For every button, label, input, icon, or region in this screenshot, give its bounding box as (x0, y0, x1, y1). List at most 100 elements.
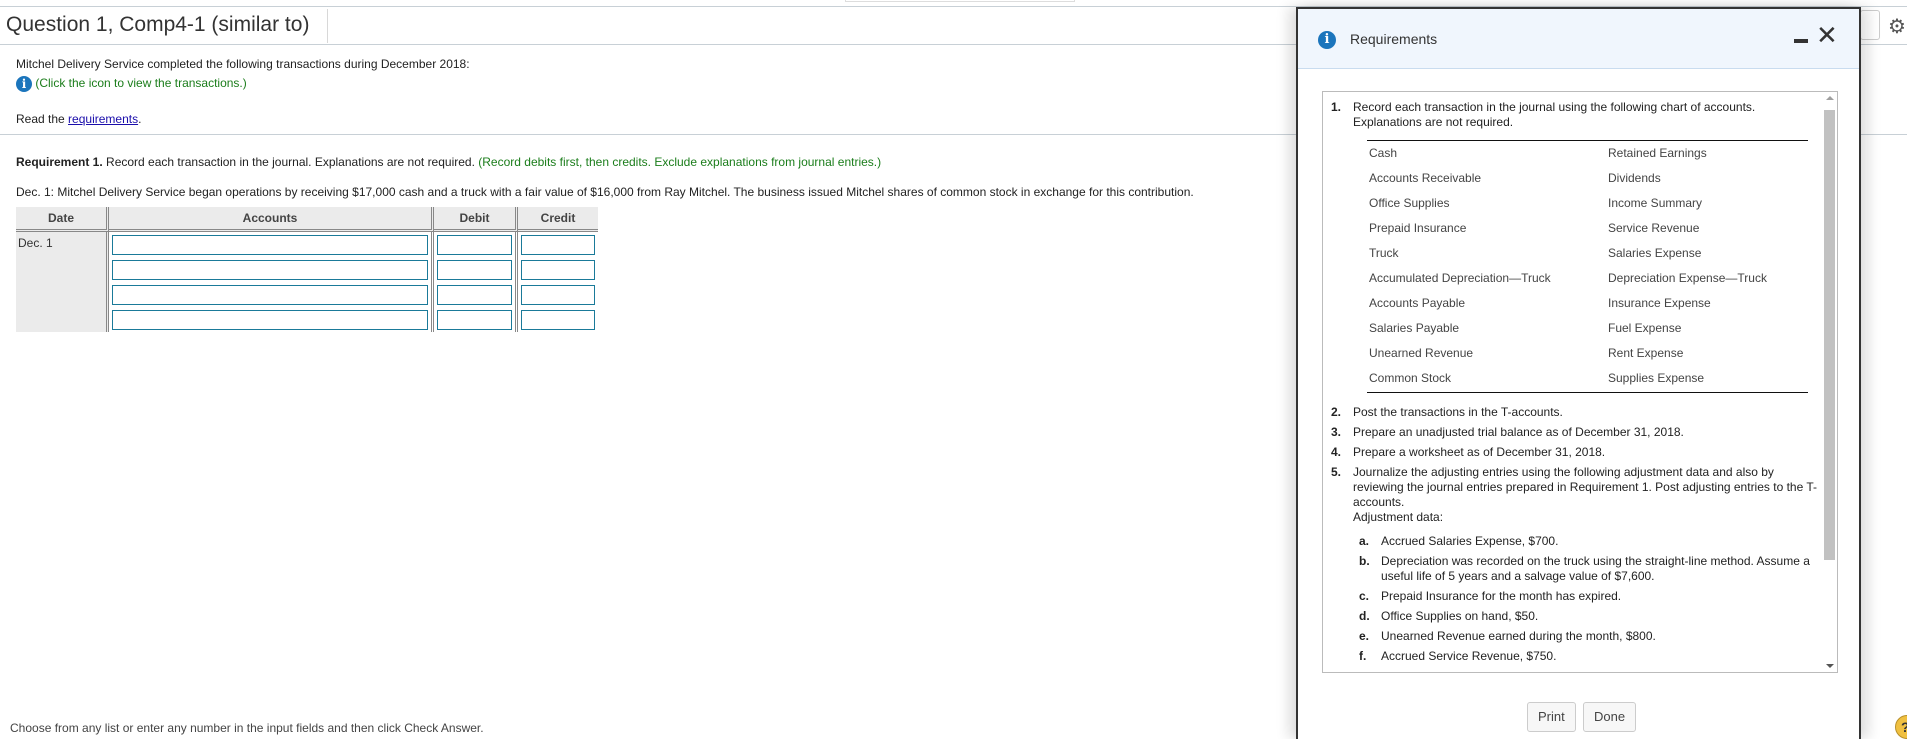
debit-input[interactable] (437, 259, 512, 280)
adjustment-text: Office Supplies on hand, $50. (1381, 609, 1539, 623)
adjustment-text: Prepaid Insurance for the month has expi… (1381, 589, 1622, 603)
account-name: Office Supplies (1369, 196, 1450, 210)
adjustment-item: b. Depreciation was recorded on the truc… (1359, 554, 1819, 584)
item-text: Journalize the adjusting entries using t… (1353, 465, 1818, 509)
read-prefix: Read the (16, 112, 69, 126)
adjustment-letter: d. (1359, 609, 1370, 623)
adjustment-letter: a. (1359, 534, 1370, 548)
credit-input[interactable] (521, 309, 595, 330)
account-name: Fuel Expense (1608, 321, 1682, 335)
account-name: Income Summary (1608, 196, 1703, 210)
account-name: Accounts Payable (1369, 296, 1466, 310)
account-name: Accumulated Depreciation—Truck (1369, 271, 1551, 285)
scrollbar-thumb[interactable] (1824, 110, 1835, 560)
adjustment-item: e. Unearned Revenue earned during the mo… (1359, 629, 1819, 644)
modal-title: Requirements (1350, 31, 1438, 47)
journal-table: Date Accounts Debit Credit Dec. 1 (16, 207, 598, 332)
item-number: 3. (1331, 425, 1342, 439)
transaction-text: Dec. 1: Mitchel Delivery Service began o… (16, 185, 1194, 199)
scroll-up-arrow-icon[interactable] (1826, 96, 1834, 100)
requirements-modal: i Requirements ✕ 1. Record each transact… (1296, 7, 1861, 739)
account-input[interactable] (112, 284, 428, 305)
minimize-button[interactable] (1794, 39, 1808, 43)
header-credit: Credit (518, 207, 598, 232)
adjustment-letter: e. (1359, 629, 1370, 643)
account-name: Depreciation Expense—Truck (1608, 271, 1767, 285)
info-icon[interactable]: i (16, 76, 32, 92)
question-title: Question 1, Comp4-1 (similar to) (6, 13, 310, 36)
close-icon[interactable]: ✕ (1816, 21, 1838, 51)
requirement-item: 2. Post the transactions in the T-accoun… (1331, 405, 1821, 420)
adjustment-item: f. Accrued Service Revenue, $750. (1359, 649, 1819, 664)
print-button[interactable]: Print (1527, 702, 1576, 732)
item-number: 1. (1331, 100, 1342, 114)
read-suffix: . (138, 112, 142, 126)
account-name: Service Revenue (1608, 221, 1700, 235)
account-name: Prepaid Insurance (1369, 221, 1467, 235)
credit-input[interactable] (521, 259, 595, 280)
requirements-link[interactable]: requirements (68, 112, 138, 126)
requirement-item: 5. Journalize the adjusting entries usin… (1331, 465, 1821, 525)
gear-icon[interactable]: ⚙ (1888, 14, 1906, 39)
item-text: Prepare an unadjusted trial balance as o… (1353, 425, 1684, 439)
info-icon: i (1318, 31, 1336, 49)
requirements-scroll-area[interactable]: 1. Record each transaction in the journa… (1322, 91, 1838, 673)
adjustment-letter: f. (1359, 649, 1367, 663)
adjustment-text: Accrued Service Revenue, $750. (1381, 649, 1557, 663)
modal-header[interactable]: i Requirements ✕ (1298, 9, 1859, 69)
requirement-item: 3. Prepare an unadjusted trial balance a… (1331, 425, 1821, 440)
footer-hint: Choose from any list or enter any number… (10, 721, 484, 735)
done-button[interactable]: Done (1583, 702, 1637, 732)
adjustment-item: a. Accrued Salaries Expense, $700. (1359, 534, 1819, 549)
account-name: Truck (1369, 246, 1399, 260)
credit-input[interactable] (521, 234, 595, 255)
view-transactions-row: i (Click the icon to view the transactio… (16, 76, 247, 92)
question-dropdown-button[interactable] (1860, 10, 1880, 40)
requirement-line: Requirement 1. Record each transaction i… (16, 155, 881, 169)
account-input[interactable] (112, 309, 428, 330)
journal-row: Dec. 1 (16, 232, 598, 332)
header-accounts: Accounts (109, 207, 434, 232)
header-debit: Debit (434, 207, 518, 232)
item-number: 5. (1331, 465, 1342, 479)
requirement-item: 4. Prepare a worksheet as of December 31… (1331, 445, 1821, 460)
adjustment-text: Depreciation was recorded on the truck u… (1381, 554, 1810, 583)
account-input[interactable] (112, 234, 428, 255)
requirement-text: Record each transaction in the journal. … (102, 155, 479, 169)
item-number: 4. (1331, 445, 1342, 459)
adjustment-text: Accrued Salaries Expense, $700. (1381, 534, 1559, 548)
title-separator (327, 9, 328, 43)
debit-input[interactable] (437, 284, 512, 305)
account-name: Common Stock (1369, 371, 1452, 385)
account-name: Supplies Expense (1608, 371, 1705, 385)
account-name: Insurance Expense (1608, 296, 1711, 310)
account-name: Rent Expense (1608, 346, 1684, 360)
account-name: Cash (1369, 146, 1398, 160)
debit-input[interactable] (437, 234, 512, 255)
requirement-item: 1. Record each transaction in the journa… (1331, 100, 1821, 130)
account-name: Salaries Expense (1608, 246, 1702, 260)
account-name: Salaries Payable (1369, 321, 1460, 335)
tab-stub (845, 0, 1075, 2)
requirement-instruction: (Record debits first, then credits. Excl… (478, 155, 882, 169)
requirement-label: Requirement 1. (16, 155, 103, 169)
item-number: 2. (1331, 405, 1342, 419)
account-input[interactable] (112, 259, 428, 280)
adjustment-letter: b. (1359, 554, 1370, 568)
adjustment-label: Adjustment data: (1353, 510, 1444, 524)
adjustment-item: d. Office Supplies on hand, $50. (1359, 609, 1819, 624)
item-text: Record each transaction in the journal u… (1353, 100, 1756, 129)
scrollbar[interactable] (1823, 92, 1837, 672)
help-button[interactable]: ? (1895, 715, 1907, 739)
account-name: Retained Earnings (1608, 146, 1707, 160)
header-date: Date (16, 207, 109, 232)
item-text: Prepare a worksheet as of December 31, 2… (1353, 445, 1606, 459)
item-text: Post the transactions in the T-accounts. (1353, 405, 1563, 419)
credit-input[interactable] (521, 284, 595, 305)
intro-text: Mitchel Delivery Service completed the f… (16, 57, 470, 71)
account-name: Unearned Revenue (1369, 346, 1474, 360)
adjustment-text: Unearned Revenue earned during the month… (1381, 629, 1656, 643)
click-icon-hint: (Click the icon to view the transactions… (35, 76, 247, 91)
scroll-down-arrow-icon[interactable] (1826, 664, 1834, 668)
debit-input[interactable] (437, 309, 512, 330)
